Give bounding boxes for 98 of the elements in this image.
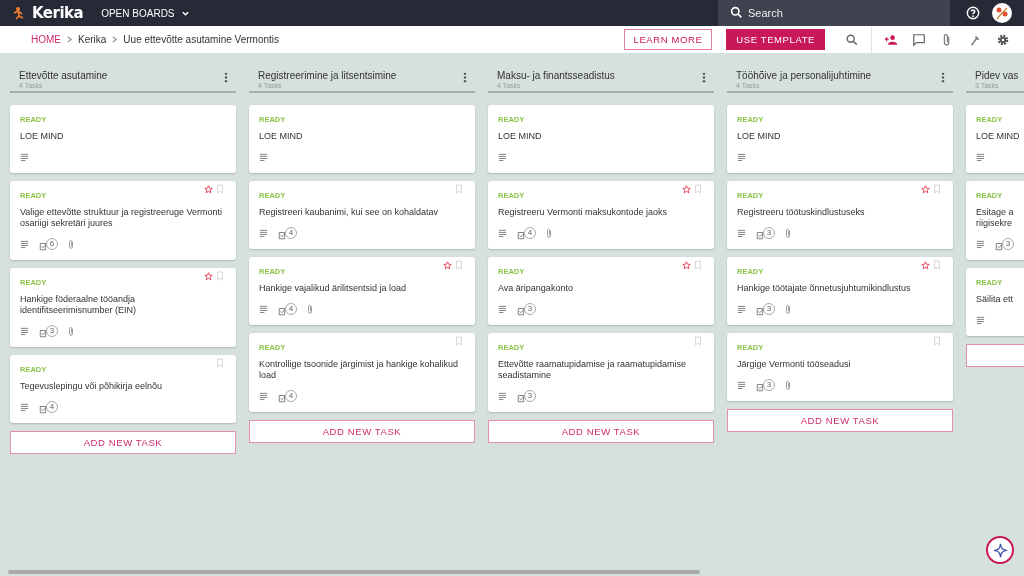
open-boards-menu[interactable]: OPEN BOARDS xyxy=(99,5,192,21)
checklist-count: 3 xyxy=(763,378,775,391)
logo-icon xyxy=(12,6,26,20)
settings-icon[interactable] xyxy=(996,32,1010,47)
checklist-icon xyxy=(278,305,288,316)
task-title: LOE MIND xyxy=(737,131,782,142)
checklist-icon xyxy=(39,240,49,251)
search-icon[interactable] xyxy=(845,32,859,47)
checklist-count: 3 xyxy=(763,226,775,239)
help-icon[interactable] xyxy=(966,6,980,20)
task-title: Ava äripangakonto xyxy=(498,283,574,294)
description-icon xyxy=(20,239,29,249)
description-icon xyxy=(976,152,985,162)
checklist-icon xyxy=(756,381,766,392)
task-title: LOE MIND xyxy=(259,131,304,142)
task-title: Registreeri kaubanimi, kui see on kohaldatav xyxy=(259,207,440,218)
task-title: Ettevõtte raamatupidamise ja raamatupidamise seadistamine xyxy=(498,359,688,381)
brand-name[interactable]: Kerika xyxy=(32,4,84,22)
description-icon xyxy=(498,304,507,314)
checklist-icon xyxy=(517,229,527,240)
description-icon xyxy=(20,402,29,412)
task-title: Hankige föderaalne tööandja identifitseerimisnumber (EIN) xyxy=(20,294,138,316)
task-title: Säilita ett xyxy=(976,294,1015,305)
column-title: Maksu- ja finantsseadistus xyxy=(497,70,615,81)
checklist-icon xyxy=(39,327,49,338)
column-title: Pidev vas xyxy=(975,70,1019,81)
search-field[interactable]: Search xyxy=(718,0,950,26)
checklist-icon xyxy=(517,305,527,316)
checklist-count: 4 xyxy=(285,389,297,402)
task-title: Kontrollige tsoonide järgimist ja hankige kohalikud load xyxy=(259,359,460,381)
add-task-button[interactable]: ADD NEW TASK xyxy=(488,420,714,443)
description-icon xyxy=(259,228,268,238)
search-icon xyxy=(730,6,743,19)
add-person-icon[interactable] xyxy=(884,32,898,47)
add-task-button[interactable]: ADD NEW TASK xyxy=(727,409,953,432)
checklist-count: 6 xyxy=(46,237,58,250)
board-title: Uue ettevõtte asutamine Vermontis xyxy=(123,34,279,45)
breadcrumb-link[interactable]: Kerika xyxy=(78,34,107,45)
task-title: Hankige vajalikud ärilitsentsid ja load xyxy=(259,283,408,294)
checklist-count: 3 xyxy=(524,302,536,315)
sparkle-icon xyxy=(992,542,1008,558)
checklist-icon xyxy=(756,305,766,316)
description-icon xyxy=(20,152,29,162)
more-options-icon[interactable] xyxy=(702,72,706,83)
more-options-icon[interactable] xyxy=(941,72,945,83)
checklist-icon xyxy=(39,403,49,414)
description-icon xyxy=(20,326,29,336)
assistant-button[interactable] xyxy=(986,536,1014,564)
description-icon xyxy=(259,391,268,401)
more-options-icon[interactable] xyxy=(463,72,467,83)
checklist-icon xyxy=(995,240,1005,251)
task-title: Registreeru Vermonti maksukontode jaoks xyxy=(498,207,669,218)
description-icon xyxy=(259,152,268,162)
checklist-count: 4 xyxy=(285,302,297,315)
checklist-count: 3 xyxy=(1002,237,1014,250)
chevron-right-icon xyxy=(66,35,73,44)
description-icon xyxy=(259,304,268,314)
learn-more-button[interactable]: LEARN MORE xyxy=(623,29,713,50)
checklist-icon xyxy=(278,392,288,403)
checklist-icon xyxy=(756,229,766,240)
comment-icon[interactable] xyxy=(912,32,926,47)
description-icon xyxy=(498,152,507,162)
checklist-icon xyxy=(517,392,527,403)
column-title: Ettevõtte asutamine xyxy=(19,70,108,81)
column-title: Tööhõive ja personalijuhtimine xyxy=(736,70,872,81)
more-options-icon[interactable] xyxy=(224,72,228,83)
description-icon xyxy=(737,380,746,390)
task-title: LOE MIND xyxy=(976,131,1021,142)
column-title: Registreerimine ja litsentsimine xyxy=(258,70,397,81)
task-title: Järgige Vermonti tööseadusi xyxy=(737,359,852,370)
breadcrumb-link[interactable]: HOME xyxy=(31,34,61,45)
scrollbar-thumb[interactable] xyxy=(8,570,700,574)
chevron-right-icon xyxy=(111,35,119,44)
description-icon xyxy=(976,239,985,249)
description-icon xyxy=(976,315,985,325)
checklist-count: 3 xyxy=(763,302,775,315)
description-icon xyxy=(498,391,507,401)
description-icon xyxy=(737,304,746,314)
checklist-count: 4 xyxy=(285,226,297,239)
checklist-count: 4 xyxy=(524,226,536,239)
checklist-count: 4 xyxy=(46,400,58,413)
task-title: LOE MIND xyxy=(498,131,543,142)
description-icon xyxy=(737,152,746,162)
task-title: Valige ettevõtte struktuur ja registreeruge Vermonti osariigi sekretäri juures xyxy=(20,207,223,229)
checklist-count: 3 xyxy=(46,324,58,337)
task-title: Tegevuslepingu või põhikirja eelnõu xyxy=(20,381,164,392)
task-title: Registreeru töötuskindlustuseks xyxy=(737,207,866,218)
checklist-icon xyxy=(278,229,288,240)
task-title: LOE MIND xyxy=(20,131,65,142)
add-task-button[interactable]: ADD NEW TASK xyxy=(249,420,475,443)
task-title: Esitage a riigisekre xyxy=(976,207,1015,229)
description-icon xyxy=(737,228,746,238)
description-icon xyxy=(498,228,507,238)
add-task-button[interactable]: ADD NEW TASK xyxy=(10,431,236,454)
use-template-button[interactable]: USE TEMPLATE xyxy=(726,29,825,50)
avatar-icon[interactable] xyxy=(992,3,1012,23)
task-title: Hankige töötajate õnnetusjuhtumikindlustus xyxy=(737,283,912,294)
checklist-count: 3 xyxy=(524,389,536,402)
